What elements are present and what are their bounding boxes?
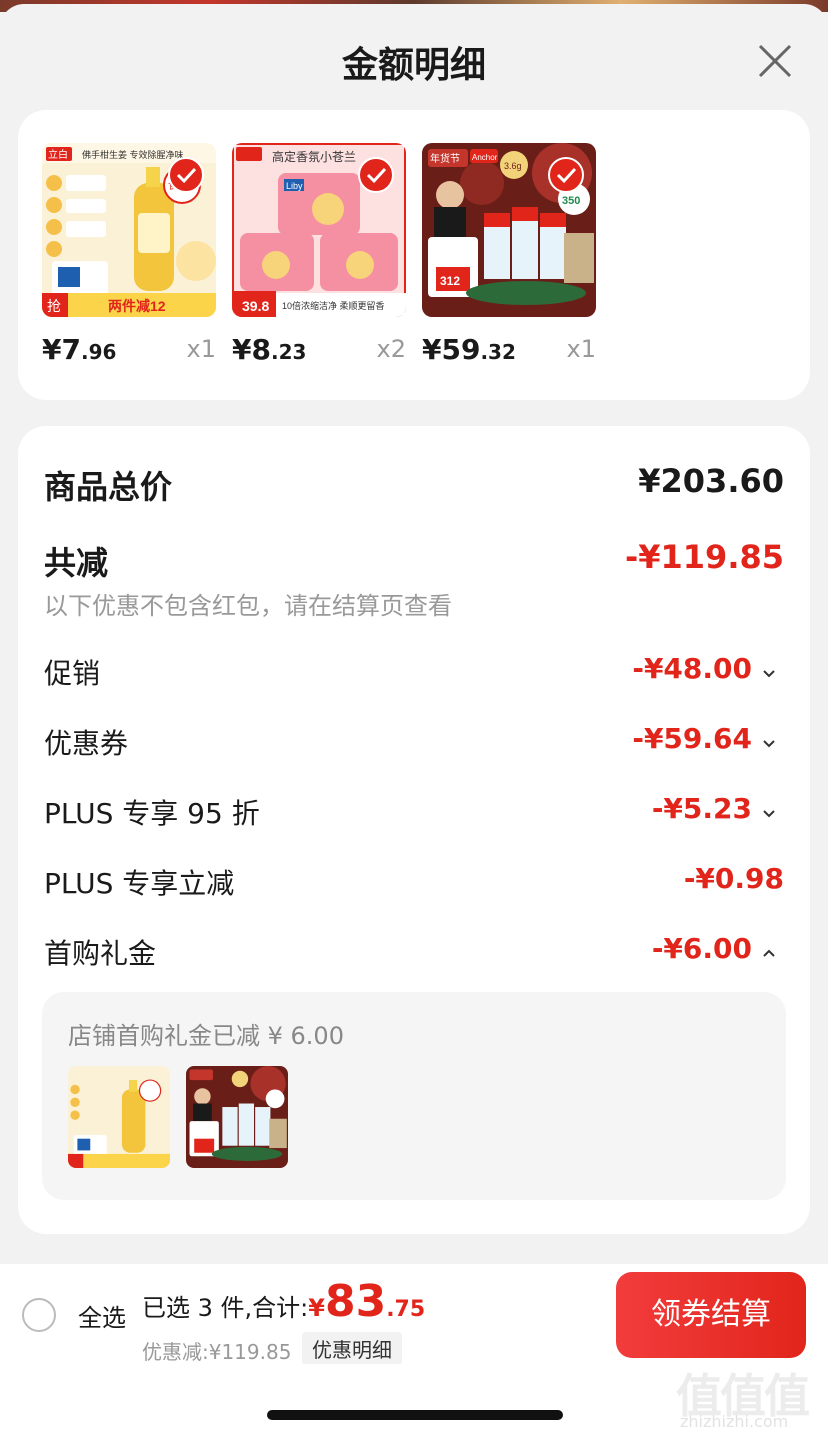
product-price-3: ¥59.32 [422, 333, 516, 366]
total-currency: ¥ [308, 1294, 325, 1322]
home-indicator[interactable] [267, 1410, 563, 1420]
plus-instant-value: -¥0.98 [683, 862, 784, 895]
total-price-row: 商品总价 ¥203.60 [44, 462, 784, 506]
svg-text:350: 350 [562, 195, 580, 207]
plus-discount-value: -¥5.23 [651, 792, 752, 825]
product-price-2: ¥8.23 [232, 333, 307, 366]
milk-product-image [186, 1066, 288, 1168]
products-card: 立白 佛手柑生姜 专效除腥净味 食品用 抢 两件 [18, 110, 810, 400]
product-image-1[interactable]: 立白 佛手柑生姜 专效除腥净味 食品用 抢 两件 [42, 143, 216, 317]
svg-text:Liby: Liby [286, 181, 303, 191]
total-summary: 已选 3 件,合计:¥83.75 [142, 1276, 425, 1327]
discount-detail-button[interactable]: 优惠明细 [302, 1332, 402, 1365]
selected-check-icon[interactable] [358, 157, 394, 193]
total-reduce-value: -¥119.85 [624, 538, 784, 576]
total-amount-dec: .75 [386, 1297, 426, 1322]
promotion-label: 促销 [44, 657, 101, 690]
product-item-3[interactable]: 年货节 Anchor 3.6g 312 350 ¥59.32 x1 [422, 143, 596, 366]
product-item-1[interactable]: 立白 佛手柑生姜 专效除腥净味 食品用 抢 两件 [42, 143, 216, 366]
svg-text:Anchor: Anchor [472, 153, 498, 162]
watermark-url: zhizhizhi.com [680, 1412, 789, 1431]
detergent-product-image [68, 1066, 170, 1168]
svg-text:39.8: 39.8 [242, 298, 269, 314]
first-purchase-gift-row[interactable]: 首购礼金 -¥6.00 [44, 932, 784, 976]
coupon-row[interactable]: 优惠券 -¥59.64 [44, 722, 784, 766]
coupon-label: 优惠券 [44, 727, 129, 760]
plus-discount-row[interactable]: PLUS 专享 95 折 -¥5.23 [44, 792, 784, 836]
svg-text:两件减12: 两件减12 [108, 298, 166, 314]
checkout-button[interactable]: 领券结算 [616, 1272, 806, 1358]
total-reduce-label: 共减 [44, 544, 109, 582]
product-image-2[interactable]: 高定香氛小苍兰 Liby 赠品 39.8 10倍浓缩洁净 柔顺更留香 [232, 143, 406, 317]
total-price-value: ¥203.60 [638, 462, 784, 500]
checkout-bar: 全选 已选 3 件,合计:¥83.75 优惠减:¥119.85 优惠明细 领券结… [0, 1264, 828, 1365]
chevron-down-icon[interactable] [762, 806, 776, 820]
promotion-row[interactable]: 促销 -¥48.00 [44, 652, 784, 696]
svg-text:3.6g: 3.6g [504, 161, 522, 171]
total-reduce-row: 共减 -¥119.85 [44, 538, 784, 582]
svg-text:10倍浓缩洁净 柔顺更留香: 10倍浓缩洁净 柔顺更留香 [282, 300, 385, 311]
product-price-1: ¥7.96 [42, 333, 117, 366]
select-all-radio[interactable] [22, 1298, 56, 1332]
close-icon[interactable] [754, 40, 796, 82]
product-qty-3: x1 [566, 335, 596, 363]
product-qty-2: x2 [376, 335, 406, 363]
promotion-value: -¥48.00 [632, 652, 752, 685]
chevron-up-icon[interactable] [762, 946, 776, 960]
svg-text:高定香氛小苍兰: 高定香氛小苍兰 [272, 149, 356, 164]
plus-instant-label: PLUS 专享立减 [44, 867, 235, 900]
selected-count-text: 已选 3 件,合计: [142, 1294, 309, 1322]
gift-reduced-text: 店铺首购礼金已减 ¥ 6.00 [68, 1022, 344, 1050]
product-qty-1: x1 [186, 335, 216, 363]
first-purchase-gift-label: 首购礼金 [44, 937, 157, 970]
first-purchase-gift-value: -¥6.00 [651, 932, 752, 965]
svg-text:抢: 抢 [47, 298, 61, 314]
discount-note: 以下优惠不包含红包，请在结算页查看 [44, 592, 452, 620]
coupon-value: -¥59.64 [632, 722, 752, 755]
selected-check-icon[interactable] [548, 157, 584, 193]
plus-discount-label: PLUS 专享 95 折 [44, 797, 260, 830]
plus-instant-row: PLUS 专享立减 -¥0.98 [44, 862, 784, 906]
gift-product-thumb-2[interactable] [186, 1066, 288, 1168]
svg-text:312: 312 [440, 274, 460, 288]
site-watermark: 值值值 zhizhizhi.com [676, 1360, 822, 1434]
discount-summary: 优惠减:¥119.85 [142, 1340, 292, 1364]
product-image-3[interactable]: 年货节 Anchor 3.6g 312 350 [422, 143, 596, 317]
chevron-down-icon[interactable] [762, 666, 776, 680]
svg-text:年货节: 年货节 [430, 152, 460, 165]
sheet-title: 金额明细 [341, 45, 486, 86]
gift-product-thumb-1[interactable] [68, 1066, 170, 1168]
total-amount-int: 83 [324, 1276, 387, 1327]
select-all-label[interactable]: 全选 [78, 1298, 126, 1333]
price-detail-card: 商品总价 ¥203.60 共减 -¥119.85 以下优惠不包含红包，请在结算页… [18, 426, 810, 1234]
product-item-2[interactable]: 高定香氛小苍兰 Liby 赠品 39.8 10倍浓缩洁净 柔顺更留香 ¥8.2 [232, 143, 406, 366]
chevron-down-icon[interactable] [762, 736, 776, 750]
selected-check-icon[interactable] [168, 157, 204, 193]
total-price-label: 商品总价 [44, 468, 173, 506]
first-purchase-gift-panel: 店铺首购礼金已减 ¥ 6.00 [42, 992, 786, 1200]
svg-text:立白: 立白 [48, 148, 68, 161]
